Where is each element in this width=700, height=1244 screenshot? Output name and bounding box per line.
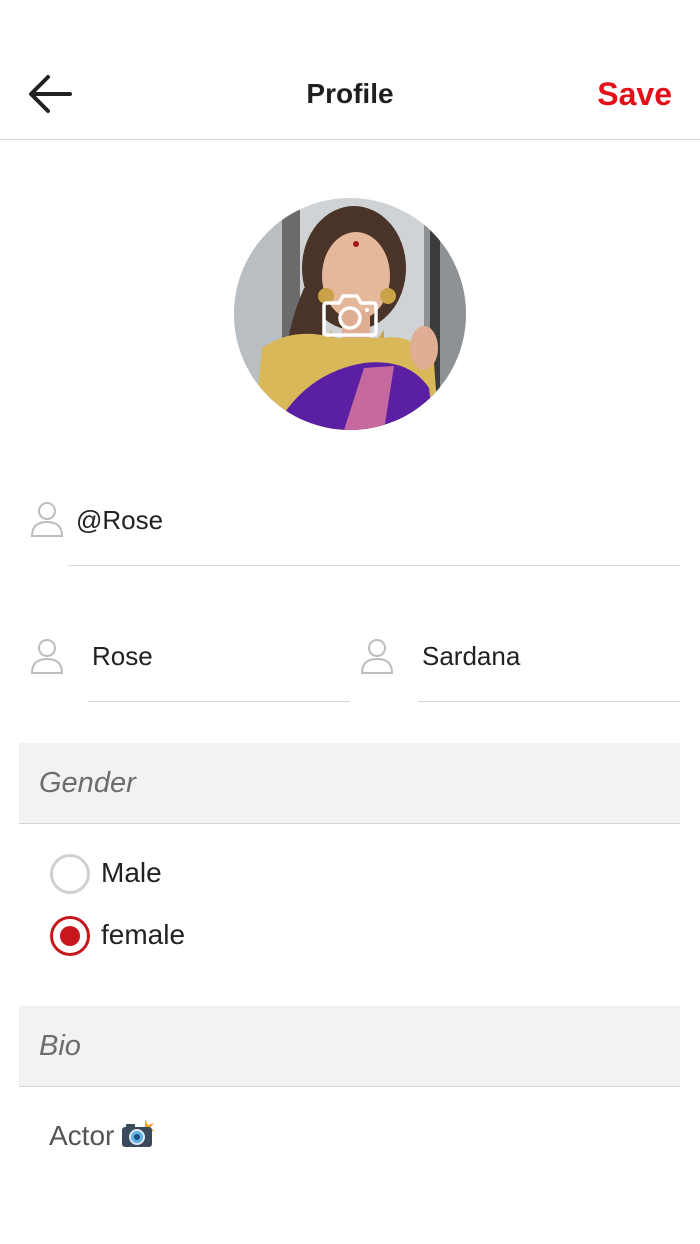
page-title: Profile <box>306 78 394 109</box>
save-button[interactable]: Save <box>597 76 672 113</box>
gender-option-label: female <box>101 919 186 950</box>
radio-checked-icon[interactable] <box>50 916 90 956</box>
camera-with-flash-icon <box>122 1119 156 1147</box>
first-name-field[interactable]: Rose <box>92 641 153 672</box>
gender-section-header: Gender <box>19 743 680 824</box>
gender-option-label: Male <box>101 857 162 888</box>
user-icon <box>30 502 64 537</box>
first-name-underline <box>88 701 350 702</box>
bio-section-label: Bio <box>39 1030 81 1062</box>
username-field[interactable]: @Rose <box>76 505 163 536</box>
profile-photo[interactable] <box>234 198 466 430</box>
camera-icon <box>322 294 378 337</box>
bio-text: Actor <box>49 1120 115 1151</box>
top-app-bar: Profile Save <box>0 0 700 140</box>
last-name-field[interactable]: Sardana <box>422 641 520 672</box>
bio-section-header: Bio <box>19 1006 680 1087</box>
gender-section-label: Gender <box>39 767 136 799</box>
user-icon <box>360 639 394 674</box>
user-icon <box>30 639 64 674</box>
bio-field[interactable]: Actor <box>49 1117 156 1152</box>
username-underline <box>68 565 680 566</box>
last-name-underline <box>418 701 680 702</box>
radio-unchecked-icon[interactable] <box>50 854 90 894</box>
